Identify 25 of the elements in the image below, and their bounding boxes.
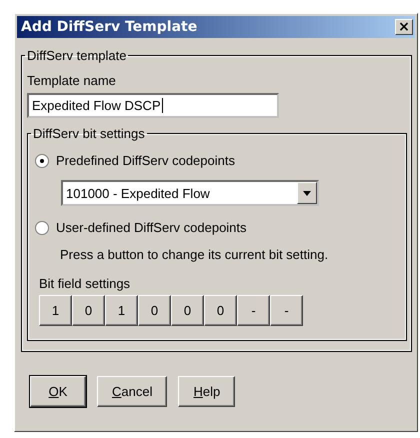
dropdown-value: 101000 - Expedited Flow [66,186,210,200]
bit-button[interactable]: - [237,295,270,326]
dialog-button[interactable]: Cancel [97,376,168,407]
bit-button[interactable]: 0 [171,295,204,326]
dialog-button[interactable]: OK [30,376,86,407]
bit-button[interactable]: 0 [72,295,105,326]
bit-button[interactable]: 0 [204,295,237,326]
radio-button[interactable] [35,154,49,168]
window-title: Add DiffServ Template [21,19,198,35]
close-button[interactable]: × [395,19,413,35]
radio-button[interactable] [35,220,49,234]
hint-text: Press a button to change its current bit setting. [60,247,330,262]
template-name-label: Template name [27,73,117,88]
radio-label: User-defined DiffServ codepoints [56,220,247,235]
bit-button[interactable]: 1 [39,295,72,326]
template-name-field[interactable]: Expedited Flow DSCP [27,93,279,118]
group-legend: DiffServ bit settings [31,126,147,141]
dialog-button[interactable]: Help [178,376,236,407]
group-legend: DiffServ template [25,48,128,63]
codepoint-dropdown[interactable]: 101000 - Expedited Flow [61,180,319,206]
bits-label: Bit field settings [39,276,132,291]
radio-label: Predefined DiffServ codepoints [56,153,235,168]
bit-button[interactable]: 1 [105,295,138,326]
bit-button[interactable]: - [270,295,303,326]
bit-button[interactable]: 0 [138,295,171,326]
